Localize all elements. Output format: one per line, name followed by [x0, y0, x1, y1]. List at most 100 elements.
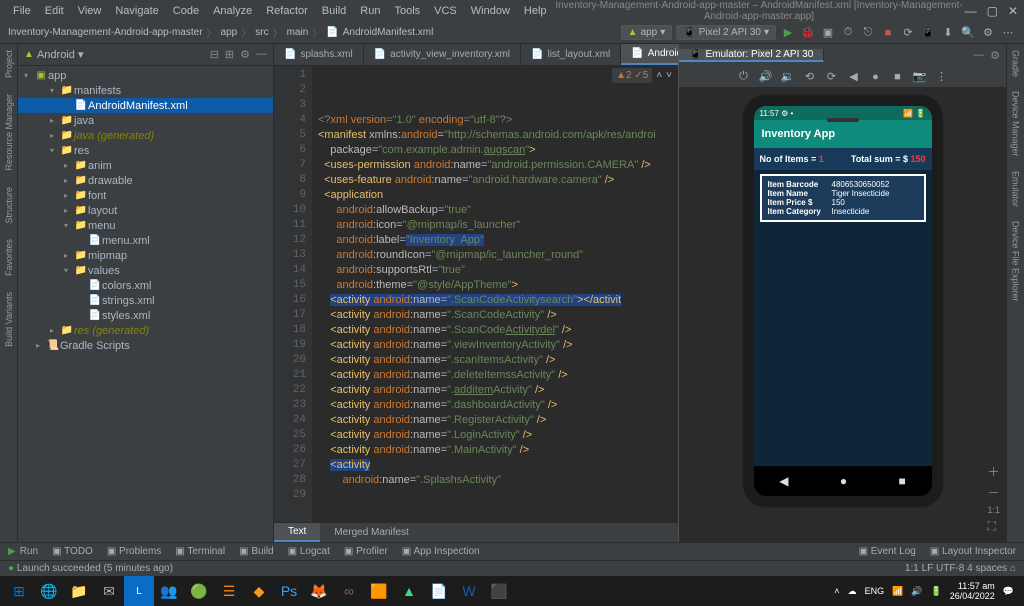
menu-run[interactable]: Run: [353, 5, 387, 17]
editor-tab[interactable]: 📄AndroidManifest.xml: [621, 44, 678, 65]
tree-item[interactable]: ▸📜 Gradle Scripts: [18, 338, 273, 353]
word-icon[interactable]: W: [454, 576, 484, 606]
tree-item[interactable]: ▸📁 font: [18, 188, 273, 203]
tree-item[interactable]: ▸📁 res (generated): [18, 323, 273, 338]
gear-icon[interactable]: ⚙: [240, 48, 250, 61]
toolwindow-logcat[interactable]: ▣ Logcat: [288, 546, 330, 557]
inspection-badge[interactable]: ▲2 ✓5: [612, 68, 652, 83]
tray-onedrive-icon[interactable]: ☁: [848, 586, 857, 597]
tree-item[interactable]: ▾📁 res: [18, 143, 273, 158]
menu-refactor[interactable]: Refactor: [259, 5, 315, 17]
photoshop-icon[interactable]: Ps: [274, 576, 304, 606]
editor-view-tab[interactable]: Text: [274, 523, 320, 542]
sync-icon[interactable]: ⟳: [900, 25, 916, 41]
device-manager-button[interactable]: Device Manager: [1011, 91, 1021, 157]
collapse-icon[interactable]: ⊟: [210, 48, 219, 61]
start-icon[interactable]: ⊞: [4, 576, 34, 606]
volume-down-icon[interactable]: 🔉: [780, 69, 796, 85]
build-variants-button[interactable]: Build Variants: [4, 292, 14, 347]
android-studio-icon[interactable]: ▲: [394, 576, 424, 606]
tree-item[interactable]: ▸📁 drawable: [18, 173, 273, 188]
project-mode-dropdown[interactable]: Android: [37, 49, 75, 61]
tray-notifications-icon[interactable]: 💬: [1003, 586, 1014, 597]
menu-navigate[interactable]: Navigate: [108, 5, 165, 17]
toolwindow-event-log[interactable]: ▣ Event Log: [859, 546, 916, 557]
vs-icon[interactable]: ∞: [334, 576, 364, 606]
menu-help[interactable]: Help: [517, 5, 554, 17]
tree-item[interactable]: 📄 menu.xml: [18, 233, 273, 248]
toolwindow-todo[interactable]: ▣ TODO: [52, 546, 93, 557]
favorites-button[interactable]: Favorites: [4, 239, 14, 276]
run-config-dropdown[interactable]: ▲app ▾: [621, 25, 673, 40]
device-dropdown[interactable]: 📱 Pixel 2 API 30 ▾: [676, 25, 776, 40]
tree-item[interactable]: ▾📁 manifests: [18, 83, 273, 98]
tray-chevron-icon[interactable]: ˄: [834, 586, 839, 596]
volume-up-icon[interactable]: 🔊: [758, 69, 774, 85]
rotate-right-icon[interactable]: ⟳: [824, 69, 840, 85]
power-icon[interactable]: ⏻: [736, 69, 752, 85]
close-icon[interactable]: ✕: [1008, 4, 1018, 18]
profile-icon[interactable]: ⏱: [840, 25, 856, 41]
resource-manager-button[interactable]: Resource Manager: [4, 94, 14, 171]
tree-item[interactable]: ▸📁 anim: [18, 158, 273, 173]
phone-screen[interactable]: 11:57 ⚙ • 📶 🔋 Inventory App No of Items …: [754, 106, 932, 496]
item-card[interactable]: Item Barcode4806530650052 Item NameTiger…: [760, 174, 926, 222]
editor-tab[interactable]: 📄activity_view_inventory.xml: [364, 44, 521, 65]
tree-root[interactable]: ▾▣ app: [18, 68, 273, 83]
minus-icon[interactable]: —: [973, 49, 984, 62]
tree-item[interactable]: 📄 AndroidManifest.xml: [18, 98, 273, 113]
mail-icon[interactable]: ✉: [94, 576, 124, 606]
tray-sound-icon[interactable]: 🔊: [911, 586, 922, 597]
teams-icon[interactable]: 👥: [154, 576, 184, 606]
menu-analyze[interactable]: Analyze: [206, 5, 259, 17]
expand-icon[interactable]: ⊞: [225, 48, 234, 61]
tray-clock[interactable]: 11:57 am26/04/2022: [950, 581, 995, 601]
breadcrumb[interactable]: Inventory-Management-Android-app-master〉…: [8, 25, 433, 40]
tray-wifi-icon[interactable]: 📶: [892, 586, 903, 597]
structure-button[interactable]: Structure: [4, 187, 14, 224]
menu-code[interactable]: Code: [166, 5, 206, 17]
search-icon[interactable]: 🔍: [960, 25, 976, 41]
sublime-icon[interactable]: ◆: [244, 576, 274, 606]
tree-item[interactable]: 📄 styles.xml: [18, 308, 273, 323]
office-icon[interactable]: 🟧: [364, 576, 394, 606]
misc-icon[interactable]: ⬛: [484, 576, 514, 606]
chevron-down-icon[interactable]: ˅: [666, 68, 672, 83]
edge-icon[interactable]: 🌐: [34, 576, 64, 606]
toolwindow-layout-inspector[interactable]: ▣ Layout Inspector: [930, 546, 1016, 557]
settings-icon[interactable]: ⚙: [980, 25, 996, 41]
tree-item[interactable]: ▸📁 layout: [18, 203, 273, 218]
back-icon[interactable]: ◀: [846, 69, 862, 85]
tree-item[interactable]: ▸📁 mipmap: [18, 248, 273, 263]
menu-edit[interactable]: Edit: [38, 5, 71, 17]
tree-item[interactable]: ▾📁 values: [18, 263, 273, 278]
tree-item[interactable]: ▸📁 java: [18, 113, 273, 128]
stop-icon[interactable]: ■: [880, 25, 896, 41]
menu-build[interactable]: Build: [315, 5, 353, 17]
editor-view-tab[interactable]: Merged Manifest: [320, 523, 422, 542]
tree-item[interactable]: ▾📁 menu: [18, 218, 273, 233]
screenshot-icon[interactable]: 📷: [912, 69, 928, 85]
zoom-reset-icon[interactable]: ⛶: [987, 519, 1000, 534]
maximize-icon[interactable]: ▢: [987, 4, 998, 18]
avd-icon[interactable]: 📱: [920, 25, 936, 41]
menu-tools[interactable]: Tools: [387, 5, 427, 17]
tree-item[interactable]: ▸📁 java (generated): [18, 128, 273, 143]
emulator-button[interactable]: Emulator: [1011, 171, 1021, 207]
editor-tab[interactable]: 📄splashs.xml: [274, 44, 364, 65]
sdk-icon[interactable]: ⬇: [940, 25, 956, 41]
gradle-button[interactable]: Gradle: [1011, 50, 1021, 77]
project-toolwindow-button[interactable]: Project: [4, 50, 14, 78]
firefox-icon[interactable]: 🦊: [304, 576, 334, 606]
hide-icon[interactable]: —: [256, 48, 267, 61]
android-back-icon[interactable]: ◀: [779, 474, 788, 488]
code-area[interactable]: ▲2 ✓5 ˄ ˅ <?xml version="1.0" encoding="…: [312, 66, 678, 522]
overview-icon[interactable]: ■: [890, 69, 906, 85]
toolwindow-run[interactable]: ▶ Run: [8, 546, 38, 557]
menu-file[interactable]: File: [6, 5, 38, 17]
toolwindow-build[interactable]: ▣ Build: [239, 546, 273, 557]
toolwindow-terminal[interactable]: ▣ Terminal: [175, 546, 225, 557]
menu-view[interactable]: View: [71, 5, 109, 17]
zoom-out-icon[interactable]: －: [987, 484, 1000, 501]
minimize-icon[interactable]: —: [965, 4, 977, 18]
